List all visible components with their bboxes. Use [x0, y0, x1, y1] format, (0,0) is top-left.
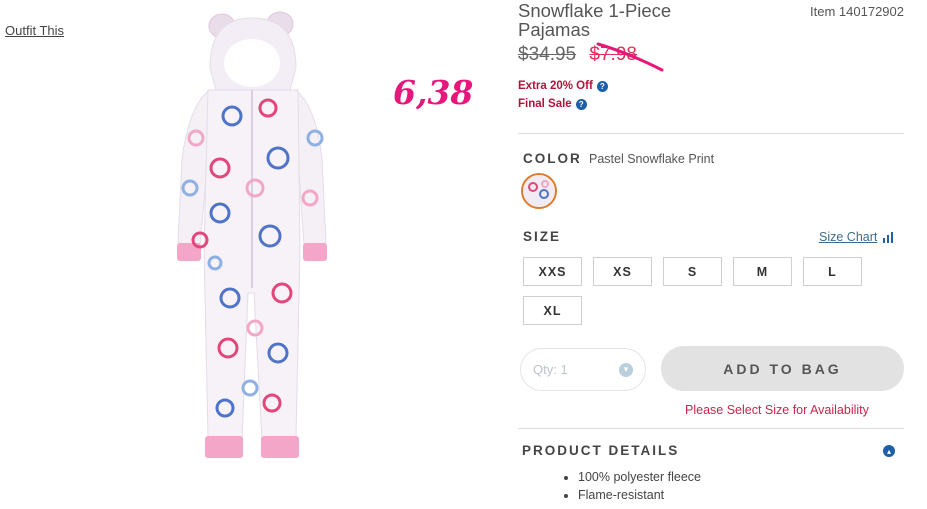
product-details-heading: PRODUCT DETAILS [522, 443, 680, 458]
swatch-pattern [523, 175, 555, 207]
size-availability-warning: Please Select Size for Availability [685, 403, 869, 417]
size-option-l[interactable]: L [803, 257, 862, 286]
product-title: Snowflake 1-Piece Pajamas [518, 0, 672, 40]
list-item: Flame-resistant [578, 486, 701, 504]
size-option-xl[interactable]: XL [523, 296, 582, 325]
color-value: Pastel Snowflake Print [589, 152, 715, 166]
size-option-xs[interactable]: XS [593, 257, 652, 286]
item-number: Item 140172902 [810, 4, 904, 19]
add-to-bag-button[interactable]: ADD TO BAG [661, 346, 904, 391]
quantity-value: Qty: 1 [533, 362, 568, 377]
divider [518, 133, 904, 134]
promo-extra-off: Extra 20% Off ? [518, 80, 608, 92]
help-icon[interactable]: ? [575, 98, 587, 110]
size-option-m[interactable]: M [733, 257, 792, 286]
size-label: SIZE [523, 229, 562, 244]
product-image [177, 11, 327, 458]
chevron-up-icon[interactable]: ▴ [883, 445, 895, 457]
size-option-s[interactable]: S [663, 257, 722, 286]
product-details-list: 100% polyester fleece Flame-resistant [560, 468, 701, 504]
color-swatch-pastel-snowflake[interactable] [521, 173, 557, 209]
outfit-this-link[interactable]: Outfit This [5, 23, 64, 38]
size-chart-link[interactable]: Size Chart [819, 230, 894, 244]
size-chart-label: Size Chart [819, 230, 878, 244]
promo-final-sale: Final Sale ? [518, 98, 587, 110]
promo-extra-off-label: Extra 20% Off [518, 80, 593, 92]
chevron-down-icon: ▾ [619, 362, 633, 377]
bar-chart-icon [883, 231, 894, 243]
color-label: COLOR [523, 151, 582, 166]
list-item: 100% polyester fleece [578, 468, 701, 486]
handwritten-strikethrough [596, 42, 664, 72]
divider [518, 428, 904, 429]
promo-final-sale-label: Final Sale [518, 98, 572, 110]
original-price: $34.95 [518, 44, 577, 65]
quantity-select[interactable]: Qty: 1 ▾ [520, 348, 646, 391]
handwritten-price-annotation: 6,38 [393, 73, 474, 112]
help-icon[interactable]: ? [596, 80, 608, 92]
size-option-xxs[interactable]: XXS [523, 257, 582, 286]
